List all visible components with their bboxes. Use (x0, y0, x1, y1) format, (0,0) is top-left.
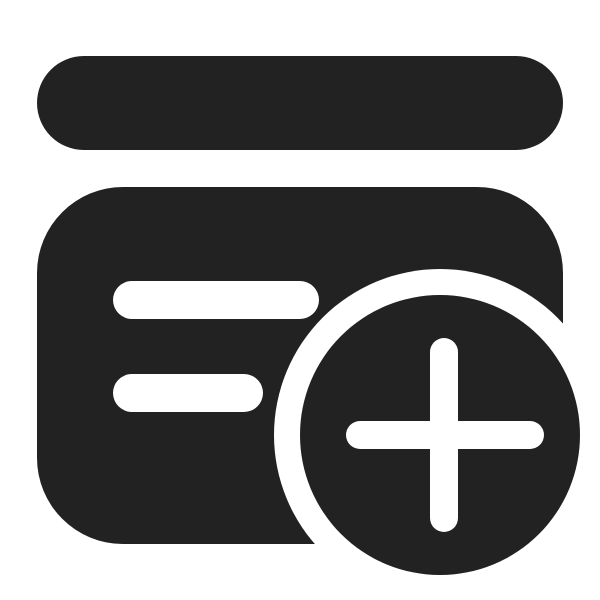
archive-add-icon (37, 56, 580, 575)
lid-bar (37, 56, 563, 150)
text-line-short (113, 374, 263, 412)
text-line-long (113, 281, 319, 319)
icon-canvas (0, 0, 600, 600)
